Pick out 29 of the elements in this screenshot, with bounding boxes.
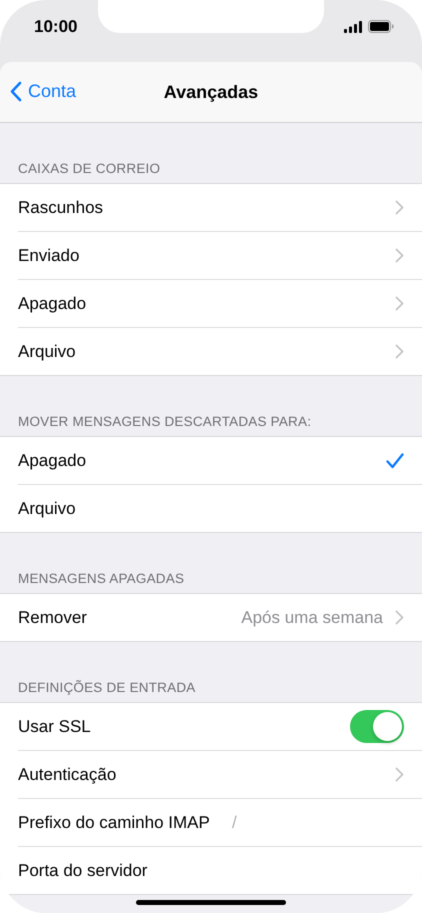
chevron-right-icon — [395, 200, 404, 215]
list-row[interactable]: Prefixo do caminho IMAP / — [18, 798, 422, 846]
section-header: MENSAGENS APAGADAS — [18, 571, 184, 586]
signal-icon — [344, 20, 362, 32]
page-title: Avançadas — [164, 82, 258, 102]
list-row[interactable]: Apagado — [18, 279, 422, 327]
toggle-switch[interactable] — [350, 710, 404, 743]
status-time: 10:00 — [34, 17, 78, 37]
chevron-right-icon — [395, 296, 404, 311]
battery-icon — [368, 20, 394, 33]
list-row[interactable]: Remover Após uma semana — [0, 594, 422, 641]
row-value: Após uma semana — [241, 608, 383, 628]
chevron-right-icon — [395, 248, 404, 263]
section-header: MOVER MENSAGENS DESCARTADAS PARA: — [18, 414, 312, 429]
list-row[interactable]: Enviado — [18, 231, 422, 279]
list-row[interactable]: Arquivo — [18, 327, 422, 375]
chevron-left-icon — [9, 81, 22, 102]
list-row[interactable]: Rascunhos — [0, 184, 422, 231]
list-row[interactable]: Porta do servidor — [18, 846, 422, 894]
list-row[interactable]: Usar SSL — [0, 703, 422, 750]
section-header: DEFINIÇÕES DE ENTRADA — [18, 680, 196, 695]
list-row[interactable]: Arquivo — [18, 484, 422, 532]
list-row[interactable]: Autenticação — [18, 750, 422, 798]
section-header: CAIXAS DE CORREIO — [18, 161, 160, 176]
list-row[interactable]: Apagado — [0, 437, 422, 484]
chevron-right-icon — [395, 344, 404, 359]
chevron-right-icon — [395, 610, 404, 625]
back-button[interactable]: Conta — [9, 81, 76, 102]
chevron-right-icon — [395, 767, 404, 782]
